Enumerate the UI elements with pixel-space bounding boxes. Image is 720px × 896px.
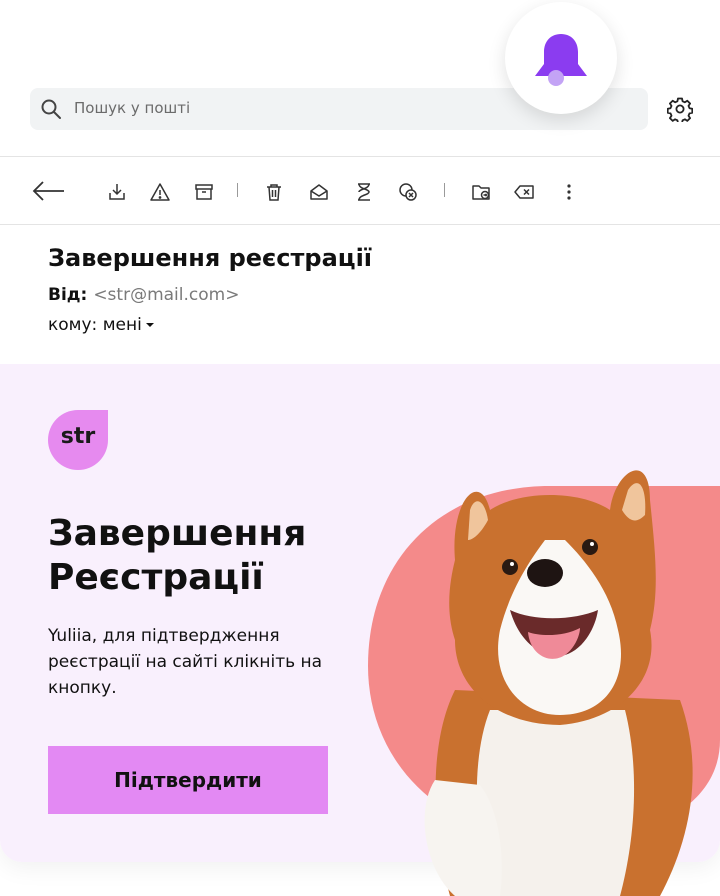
mark-read-icon[interactable] — [308, 181, 330, 203]
to-value: мені — [102, 315, 142, 335]
report-icon[interactable] — [149, 181, 171, 203]
back-arrow-icon[interactable] — [32, 180, 66, 202]
search-placeholder: Пошук у пошті — [74, 99, 191, 117]
chevron-down-icon[interactable] — [145, 323, 154, 327]
promo-title-line1: Завершення — [48, 513, 307, 554]
gear-icon[interactable] — [667, 96, 693, 122]
more-icon[interactable] — [558, 181, 580, 203]
promo-body: Yuliia, для підтвердження реєстрації на … — [48, 626, 323, 698]
toolbar-separator — [237, 183, 238, 197]
promo-title: Завершення Реєстрації — [48, 512, 368, 600]
move-folder-icon[interactable] — [470, 181, 492, 203]
bell-icon — [535, 34, 587, 86]
toolbar-divider — [0, 224, 720, 225]
search-icon — [41, 99, 61, 119]
from-label: Від: — [48, 285, 88, 305]
unsubscribe-icon[interactable] — [397, 181, 419, 203]
sender-line: Від: <str@mail.com> — [48, 285, 239, 305]
snooze-icon[interactable] — [353, 181, 375, 203]
delete-icon[interactable] — [263, 181, 285, 203]
to-label: кому: — [48, 315, 98, 335]
promo-title-line2: Реєстрації — [48, 557, 264, 598]
corgi-image — [368, 470, 720, 896]
sender-address[interactable]: <str@mail.com> — [93, 285, 239, 305]
confirm-button[interactable]: Підтвердити — [48, 746, 328, 814]
notification-badge[interactable] — [505, 2, 617, 114]
clear-icon[interactable] — [513, 181, 535, 203]
logo-text: str — [60, 424, 96, 449]
archive-icon[interactable] — [193, 181, 215, 203]
email-subject: Завершення реєстрації — [48, 244, 373, 272]
brand-logo: str — [48, 410, 108, 470]
recipient-line[interactable]: кому: мені — [48, 315, 154, 335]
toolbar-separator — [444, 183, 445, 197]
header-divider — [0, 156, 720, 157]
message-toolbar — [0, 160, 720, 224]
download-icon[interactable] — [106, 181, 128, 203]
